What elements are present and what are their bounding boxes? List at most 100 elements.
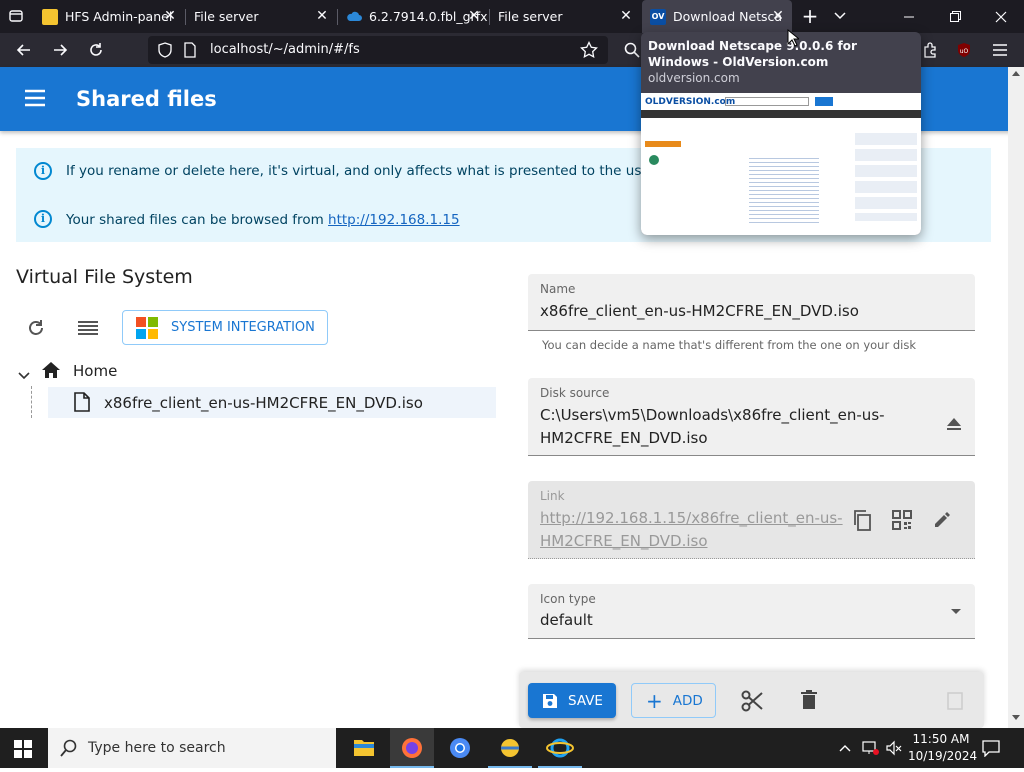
url-bar[interactable]: localhost/~/admin/#/fs (148, 36, 608, 64)
url-text[interactable]: localhost/~/admin/#/fs (210, 42, 360, 57)
preview-thumbnail: OLDVERSION.com (641, 93, 921, 235)
tab-file-server-1[interactable]: File server ✕ (186, 0, 336, 33)
windows-logo-icon (135, 316, 159, 340)
page-scrollbar[interactable] (1008, 67, 1024, 728)
new-tab-plus-icon[interactable]: + (796, 3, 824, 29)
browser-tab-bar: HFS Admin-panel ✕ File server ✕ 6.2.7914… (0, 0, 1024, 33)
hfs-favicon (42, 8, 58, 25)
clock-time[interactable]: 11:50 AM (912, 732, 970, 746)
page-title: Shared files (76, 87, 217, 111)
close-tab-icon[interactable]: ✕ (314, 8, 330, 24)
preview-os-list (855, 133, 917, 221)
forward-arrow-icon[interactable] (46, 37, 74, 63)
plus-icon: + (646, 688, 663, 713)
action-bar: SAVE + ADD (519, 672, 984, 728)
add-button[interactable]: + ADD (631, 683, 716, 718)
reload-icon[interactable] (82, 37, 110, 63)
paste-icon[interactable] (947, 690, 963, 714)
shield-icon[interactable] (158, 42, 172, 62)
info-icon: i (34, 162, 52, 180)
disk-source-field[interactable]: Disk source C:\Users\vm5\Downloads\x86fr… (528, 378, 975, 456)
tree-root-home[interactable]: Home (73, 362, 117, 380)
notification-center-icon[interactable] (982, 739, 1000, 761)
tab-onedrive[interactable]: 6.2.7914.0.fbl_grfx ✕ (338, 0, 488, 33)
tab-hfs-admin[interactable]: HFS Admin-panel ✕ (34, 0, 184, 33)
search-icon (60, 739, 78, 761)
name-field[interactable]: Name x86fre_client_en-us-HM2CFRE_EN_DVD.… (528, 274, 975, 331)
link-line2[interactable]: HM2CFRE_EN_DVD.iso (540, 530, 708, 553)
edit-pencil-icon[interactable] (933, 511, 951, 533)
page-icon[interactable] (184, 42, 196, 62)
link-field: Link http://192.168.1.15/x86fre_client_e… (528, 481, 975, 559)
eject-icon[interactable] (946, 416, 962, 435)
link-line1[interactable]: http://192.168.1.15/x86fre_client_en-us- (540, 507, 843, 530)
windows-start-icon[interactable] (14, 740, 32, 762)
taskbar-search-box[interactable]: Type here to search (48, 728, 336, 768)
file-explorer-taskbar-icon[interactable] (344, 728, 384, 768)
dropdown-arrow-icon[interactable] (951, 609, 961, 614)
back-arrow-icon[interactable] (10, 37, 38, 63)
minimize-window-icon[interactable] (886, 0, 932, 33)
close-tab-icon[interactable]: ✕ (618, 8, 634, 24)
tree-item-label: x86fre_client_en-us-HM2CFRE_EN_DVD.iso (104, 394, 423, 412)
tree-item-selected[interactable]: x86fre_client_en-us-HM2CFRE_EN_DVD.iso (48, 387, 496, 418)
windows-taskbar: Type here to search 11:50 AM 10/19/2024 (0, 728, 1024, 768)
tray-chevron-up-icon[interactable] (838, 740, 852, 759)
ublock-origin-icon[interactable]: uO (950, 37, 978, 63)
mouse-cursor-icon (787, 28, 801, 51)
cut-scissors-icon[interactable] (741, 690, 763, 716)
list-view-icon[interactable] (78, 320, 98, 340)
onedrive-cloud-icon (346, 9, 362, 25)
preview-search-btn (815, 97, 833, 106)
oldversion-favicon: OV (650, 8, 666, 25)
scroll-down-arrow-icon[interactable] (1012, 715, 1020, 720)
chromium-taskbar-icon[interactable] (440, 728, 480, 768)
qr-code-icon[interactable] (892, 510, 912, 534)
system-integration-button[interactable]: SYSTEM INTEGRATION (122, 310, 328, 345)
name-value[interactable]: x86fre_client_en-us-HM2CFRE_EN_DVD.iso (540, 300, 859, 323)
icon-type-label: Icon type (540, 592, 596, 606)
preview-ribbon (645, 141, 681, 147)
delete-trash-icon[interactable] (801, 690, 817, 714)
ie-taskbar-icon[interactable] (538, 728, 582, 768)
add-label: ADD (672, 692, 703, 709)
close-tab-icon[interactable]: ✕ (466, 8, 482, 24)
disk-source-line1: C:\Users\vm5\Downloads\x86fre_client_en-… (540, 406, 885, 424)
clock-date[interactable]: 10/19/2024 (908, 749, 977, 763)
svg-text:uO: uO (960, 48, 969, 55)
restore-window-icon[interactable] (932, 0, 978, 33)
bookmark-star-icon[interactable] (580, 40, 598, 63)
name-helper-text: You can decide a name that's different f… (542, 338, 916, 352)
reload-icon[interactable] (26, 318, 46, 342)
firefox-view-icon[interactable] (2, 3, 30, 29)
preview-logo: OLDVERSION.com (645, 97, 736, 107)
menu-hamburger-icon[interactable] (986, 37, 1014, 63)
alert-text: Your shared files can be browsed from (66, 212, 329, 228)
tab-download-netscape[interactable]: OV Download Netsca ✕ (642, 0, 792, 33)
drawer-menu-icon[interactable] (24, 89, 46, 111)
server-link[interactable]: http://192.168.1.15 (328, 212, 460, 228)
link-label: Link (540, 489, 565, 503)
save-button[interactable]: SAVE (528, 683, 616, 718)
floppy-save-icon (542, 693, 558, 709)
close-tab-icon[interactable]: ✕ (770, 8, 786, 24)
close-tab-icon[interactable]: ✕ (162, 8, 178, 24)
info-icon: i (34, 210, 52, 228)
file-icon (74, 392, 90, 416)
volume-muted-icon[interactable] (886, 740, 902, 760)
tree-expand-chevron-icon[interactable] (18, 366, 30, 385)
tab-file-server-2[interactable]: File server ✕ (490, 0, 640, 33)
firefox-taskbar-icon[interactable] (390, 728, 434, 768)
scroll-up-arrow-icon[interactable] (1012, 71, 1020, 76)
icon-type-select[interactable]: Icon type default (528, 584, 975, 639)
preview-text-block (749, 155, 819, 225)
close-window-icon[interactable] (978, 0, 1024, 33)
tab-hover-preview: Download Netscape 9.0.0.6 for Windows - … (641, 32, 921, 235)
copy-icon[interactable] (852, 509, 872, 535)
list-tabs-chevron-icon[interactable] (826, 3, 854, 29)
vfs-title: Virtual File System (16, 266, 193, 288)
network-icon[interactable] (862, 740, 880, 760)
preview-domain: oldversion.com (648, 71, 740, 85)
hfs-taskbar-icon[interactable] (488, 728, 532, 768)
preview-navbar (641, 110, 921, 118)
